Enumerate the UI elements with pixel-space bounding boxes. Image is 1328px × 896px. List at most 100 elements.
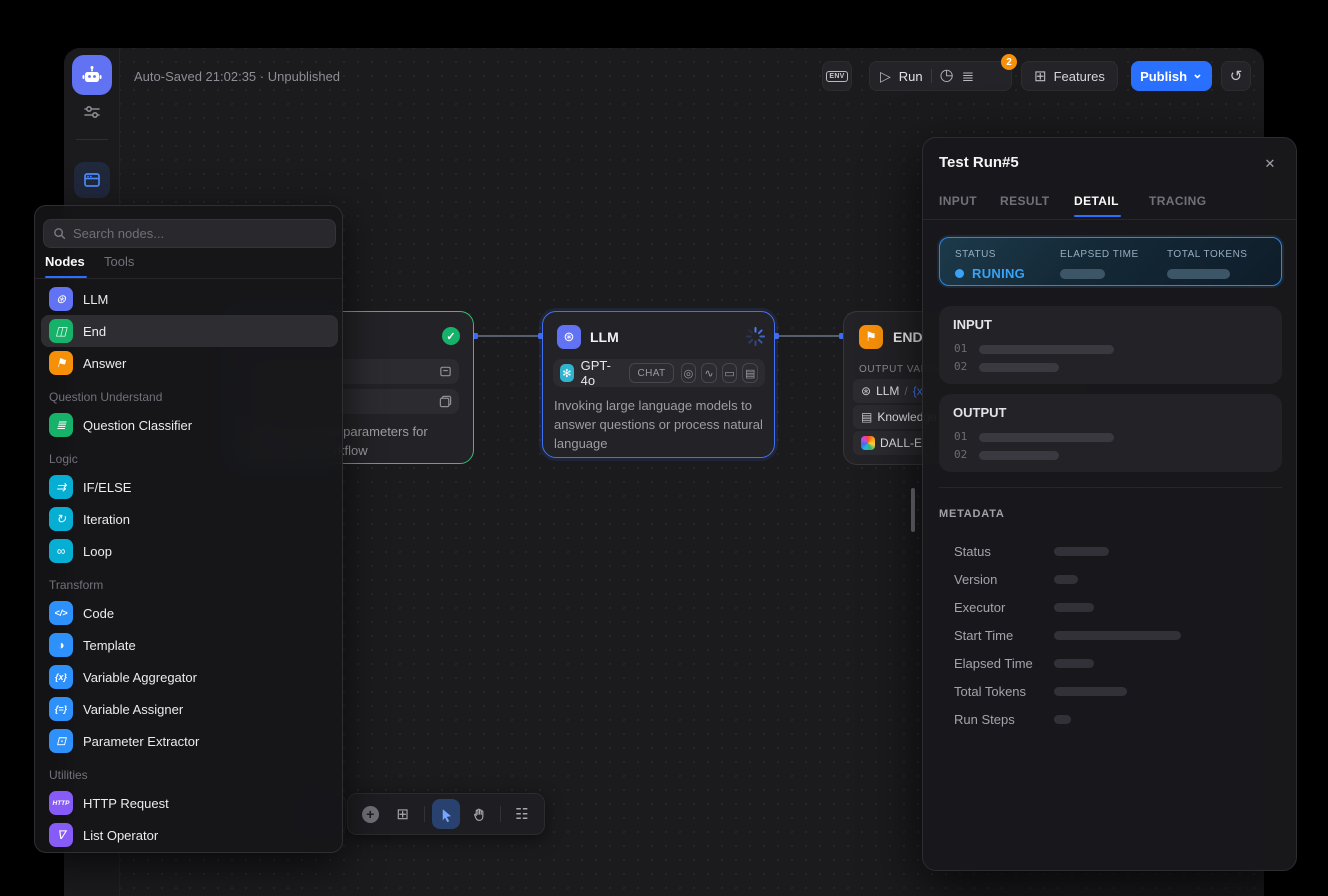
meta-version-label: Version: [954, 572, 997, 587]
meta-total-tokens-skeleton: [1054, 687, 1127, 696]
list-operator-icon: ∇: [49, 823, 73, 847]
meta-elapsed-time-skeleton: [1054, 659, 1094, 668]
audio-capability-icon: ∿: [701, 363, 717, 383]
active-tab-underline: [1074, 215, 1121, 217]
checklist-icon[interactable]: ≣: [962, 69, 975, 84]
llm-var-icon: ⊛: [861, 384, 871, 398]
organize-nodes-button[interactable]: ☷: [508, 799, 536, 829]
metadata-title: METADATA: [939, 508, 1005, 520]
search-input[interactable]: [73, 226, 303, 241]
notification-badge: 2: [1001, 54, 1017, 70]
publish-button[interactable]: Publish ⌄: [1131, 61, 1212, 91]
elapsed-time-label: ELAPSED TIME: [1060, 249, 1139, 260]
video-capability-icon: ▭: [722, 363, 738, 383]
node-item-llm[interactable]: ⊛ LLM: [41, 283, 338, 315]
input-skeleton: [979, 345, 1114, 354]
rail-divider: [76, 139, 108, 140]
canvas-toolbar: + ⊞ ☷: [347, 793, 545, 835]
tab-tools[interactable]: Tools: [104, 254, 134, 269]
total-tokens-label: TOTAL TOKENS: [1167, 249, 1247, 260]
tab-nodes[interactable]: Nodes: [45, 254, 85, 269]
search-box[interactable]: [43, 219, 336, 248]
run-button-group: ▷ Run ◷ ≣: [869, 61, 1012, 91]
node-item-end[interactable]: ◫ End: [41, 315, 338, 347]
node-item-code[interactable]: </> Code: [41, 597, 338, 629]
input-title: INPUT: [953, 317, 992, 332]
node-item-loop[interactable]: ∞ Loop: [41, 535, 338, 567]
panel-title: Test Run#5: [939, 154, 1019, 171]
iteration-icon: ↻: [49, 507, 73, 531]
tab-result[interactable]: RESULT: [1000, 194, 1050, 208]
model-selector[interactable]: ✻ GPT-4o CHAT ◎ ∿ ▭ ▤: [553, 359, 765, 387]
pointer-mode-button[interactable]: [432, 799, 460, 829]
publish-state-label: Unpublished: [268, 69, 340, 84]
close-icon[interactable]: ✕: [1261, 155, 1279, 173]
node-item-variable-aggregator[interactable]: {x} Variable Aggregator: [41, 661, 338, 693]
section-transform: Transform: [49, 578, 103, 592]
row-index: 02: [954, 448, 967, 461]
section-utilities: Utilities: [49, 768, 88, 782]
hand-icon: [471, 807, 486, 822]
preview-panel-icon[interactable]: [74, 162, 110, 198]
variable-assigner-icon: {=}: [49, 697, 73, 721]
row-index: 01: [954, 342, 967, 355]
scrollbar-thumb[interactable]: [911, 488, 915, 532]
node-item-template[interactable]: ◑ Template: [41, 629, 338, 661]
run-history-icon[interactable]: ◷: [940, 68, 954, 84]
gpt4o-model-icon: ✻: [560, 364, 574, 382]
tab-input[interactable]: INPUT: [939, 194, 977, 208]
node-item-variable-assigner[interactable]: {=} Variable Assigner: [41, 693, 338, 725]
llm-node-title: LLM: [590, 329, 619, 345]
robot-icon: [80, 63, 104, 87]
env-variables-button[interactable]: ENV: [822, 61, 852, 91]
row-index: 02: [954, 360, 967, 373]
output-title: OUTPUT: [953, 405, 1006, 420]
meta-run-steps-label: Run Steps: [954, 712, 1015, 727]
running-dot-icon: [955, 269, 964, 278]
features-icon: ⊞: [1034, 69, 1047, 84]
chat-mode-badge: CHAT: [629, 363, 673, 383]
test-run-panel: Test Run#5 ✕ INPUT RESULT DETAIL TRACING…: [922, 137, 1297, 871]
node-item-parameter-extractor[interactable]: ⊡ Parameter Extractor: [41, 725, 338, 757]
model-name: GPT-4o: [581, 358, 615, 388]
llm-node[interactable]: ⊛ LLM ✻ GPT-4o CHAT ◎ ∿ ▭ ▤ Invoking lar…: [542, 311, 775, 458]
meta-total-tokens-label: Total Tokens: [954, 684, 1026, 699]
llm-icon: ⊛: [49, 287, 73, 311]
node-item-if-else[interactable]: ⇉ IF/ELSE: [41, 471, 338, 503]
loading-spinner-icon: [745, 326, 766, 347]
run-button[interactable]: Run: [899, 69, 923, 84]
node-item-iteration[interactable]: ↻ Iteration: [41, 503, 338, 535]
run-play-icon: ▷: [880, 69, 891, 83]
workflow-settings-icon[interactable]: [80, 100, 104, 124]
if-else-icon: ⇉: [49, 475, 73, 499]
edge-start-to-llm: [474, 335, 542, 337]
node-item-list-operator[interactable]: ∇ List Operator: [41, 819, 338, 851]
paragraph-icon: [439, 395, 452, 408]
input-skeleton: [979, 363, 1059, 372]
hand-mode-button[interactable]: [464, 799, 492, 829]
meta-start-time-label: Start Time: [954, 628, 1013, 643]
status-value: RUNING: [955, 266, 1025, 281]
meta-version-skeleton: [1054, 575, 1078, 584]
version-history-button[interactable]: ↺: [1221, 61, 1251, 91]
elapsed-time-skeleton: [1060, 269, 1105, 279]
tab-detail[interactable]: DETAIL: [1074, 194, 1119, 208]
tab-tracing[interactable]: TRACING: [1149, 194, 1206, 208]
section-question-understand: Question Understand: [49, 390, 162, 404]
edge-llm-to-end: [775, 335, 843, 337]
divider: [931, 69, 932, 83]
node-item-http-request[interactable]: HTTP HTTP Request: [41, 787, 338, 819]
llm-node-description: Invoking large language models to answer…: [554, 396, 764, 453]
dalle-color-icon: [861, 436, 875, 450]
add-note-button[interactable]: ⊞: [388, 799, 416, 829]
add-node-button[interactable]: +: [356, 799, 384, 829]
restore-history-icon: ↺: [1230, 67, 1243, 85]
features-button[interactable]: ⊞ Features: [1021, 61, 1118, 91]
divider: [939, 487, 1282, 488]
plus-icon: +: [362, 806, 379, 823]
meta-elapsed-time-label: Elapsed Time: [954, 656, 1033, 671]
node-item-answer[interactable]: ⚑ Answer: [41, 347, 338, 379]
node-item-question-classifier[interactable]: ≣ Question Classifier: [41, 409, 338, 441]
http-request-icon: HTTP: [49, 791, 73, 815]
app-robot-icon[interactable]: [72, 55, 112, 95]
